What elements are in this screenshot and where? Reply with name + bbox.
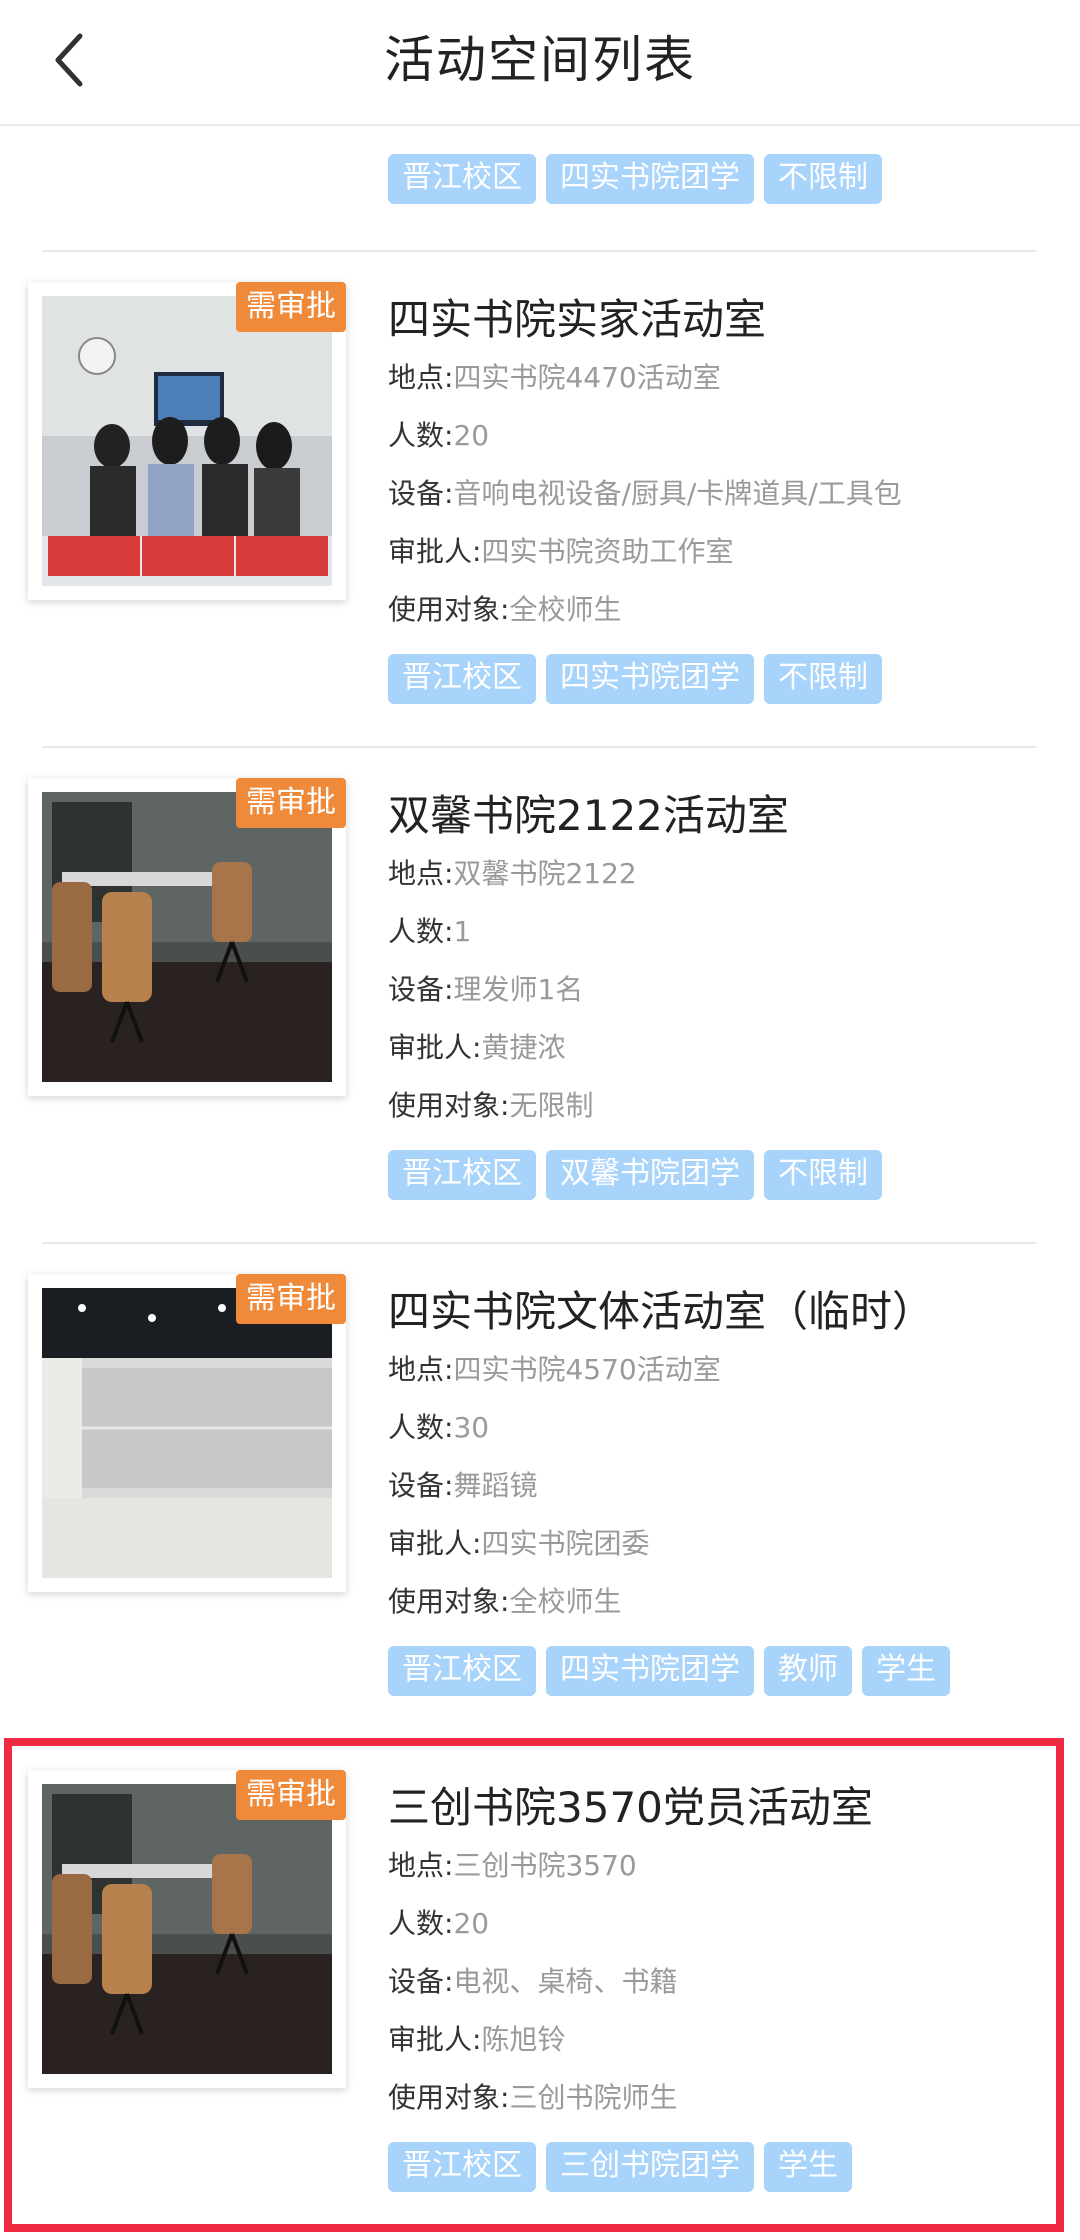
room-photo (42, 1288, 332, 1578)
tag-campus[interactable]: 晋江校区 (388, 1150, 536, 1200)
approval-badge: 需审批 (236, 282, 346, 332)
room-location: 地点:四实书院4470活动室 (388, 361, 721, 394)
tag-audience[interactable]: 不限制 (764, 1150, 882, 1200)
tag-list: 晋江校区 四实书院团学 教师 学生 (388, 1646, 950, 1696)
room-approver: 审批人:黄捷浓 (388, 1031, 566, 1064)
tag-campus[interactable]: 晋江校区 (388, 154, 536, 204)
room-audience: 使用对象:全校师生 (388, 1585, 622, 1618)
tag-org[interactable]: 四实书院团学 (546, 1646, 754, 1696)
tag-org[interactable]: 四实书院团学 (546, 154, 754, 204)
app-header: 活动空间列表 (0, 0, 1080, 126)
tag-campus[interactable]: 晋江校区 (388, 1646, 536, 1696)
tag-audience-teacher[interactable]: 教师 (764, 1646, 852, 1696)
tag-audience[interactable]: 不限制 (764, 654, 882, 704)
tag-org[interactable]: 双馨书院团学 (546, 1150, 754, 1200)
room-audience: 使用对象:无限制 (388, 1089, 594, 1122)
highlight-box (4, 1738, 1064, 2232)
tag-list: 晋江校区 四实书院团学 不限制 (388, 654, 882, 704)
approval-badge: 需审批 (236, 778, 346, 828)
room-location: 地点:四实书院4570活动室 (388, 1353, 721, 1386)
room-title: 双馨书院2122活动室 (388, 791, 789, 840)
tag-list: 晋江校区 四实书院团学 不限制 (388, 154, 882, 204)
room-equipment: 设备:理发师1名 (388, 973, 584, 1006)
tag-audience-student[interactable]: 学生 (862, 1646, 950, 1696)
room-title: 四实书院实家活动室 (388, 295, 767, 344)
room-card[interactable]: 需审批 双馨书院2122活动室 地点:双馨书院2122 人数:1 设备:理发师1… (0, 748, 1080, 1244)
room-approver: 审批人:四实书院团委 (388, 1527, 650, 1560)
room-card[interactable]: 需审批 四实书院实家活动室 地点:四实书院4470活动室 人数:20 设备:音响… (0, 252, 1080, 748)
room-location: 地点:双馨书院2122 (388, 857, 637, 890)
room-equipment: 设备:音响电视设备/厨具/卡牌道具/工具包 (388, 477, 902, 510)
room-thumbnail[interactable]: 需审批 (28, 282, 346, 600)
room-approver: 审批人:四实书院资助工作室 (388, 535, 734, 568)
room-thumbnail[interactable]: 需审批 (28, 778, 346, 1096)
room-capacity: 人数:1 (388, 915, 472, 948)
room-audience: 使用对象:全校师生 (388, 593, 622, 626)
room-title: 四实书院文体活动室（临时） (388, 1287, 935, 1336)
tag-audience[interactable]: 不限制 (764, 154, 882, 204)
page-title: 活动空间列表 (384, 31, 696, 89)
approval-badge: 需审批 (236, 1274, 346, 1324)
room-card[interactable]: 需审批 四实书院文体活动室（临时） 地点:四实书院4570活动室 人数:30 设… (0, 1244, 1080, 1740)
room-equipment: 设备:舞蹈镜 (388, 1469, 538, 1502)
room-photo (42, 792, 332, 1082)
room-thumbnail[interactable]: 需审批 (28, 1274, 346, 1592)
tag-list: 晋江校区 双馨书院团学 不限制 (388, 1150, 882, 1200)
room-capacity: 人数:30 (388, 1411, 490, 1444)
room-photo (42, 296, 332, 586)
tag-campus[interactable]: 晋江校区 (388, 654, 536, 704)
room-capacity: 人数:20 (388, 419, 490, 452)
tag-org[interactable]: 四实书院团学 (546, 654, 754, 704)
